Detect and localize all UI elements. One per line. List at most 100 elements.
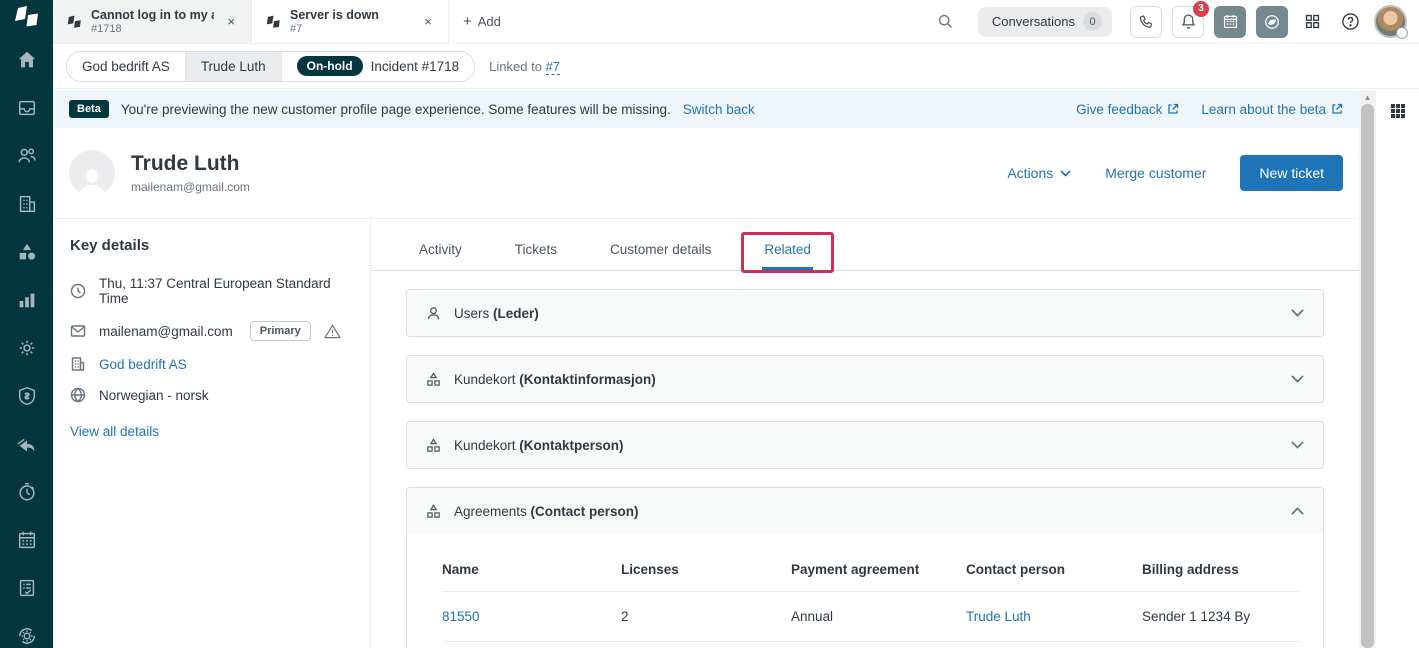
- calendar-app-icon[interactable]: [1214, 6, 1246, 38]
- add-tab-button[interactable]: + Add: [449, 0, 515, 43]
- linked-ticket-link[interactable]: #7: [546, 59, 560, 75]
- close-icon[interactable]: ×: [223, 12, 239, 31]
- customer-email: mailenam@gmail.com: [131, 180, 250, 194]
- organization-link[interactable]: God bedrift AS: [99, 357, 187, 372]
- learn-about-beta-link[interactable]: Learn about the beta: [1201, 102, 1343, 117]
- table-row-cell-licenses: 2: [621, 592, 791, 642]
- key-details-panel: Key details Thu, 11:37 Central European …: [53, 219, 371, 648]
- chevron-down-icon: [1291, 441, 1304, 449]
- section-users-header[interactable]: Users (Leder): [407, 290, 1323, 336]
- envelope-icon: [70, 323, 86, 339]
- tab-activity[interactable]: Activity: [417, 236, 464, 270]
- security-icon[interactable]: [15, 384, 39, 408]
- ticket-type-icon: [67, 15, 82, 29]
- learn-about-label: Learn about the beta: [1201, 102, 1326, 117]
- section-agreements-header[interactable]: Agreements (Contact person): [407, 488, 1323, 534]
- ticket-tab-title: Server is down: [290, 8, 411, 22]
- section-kundekort-kontaktinformasjon: Kundekort (Kontaktinformasjon): [406, 355, 1324, 403]
- customer-identity: Trude Luth mailenam@gmail.com: [131, 152, 250, 194]
- apps-tray-icon[interactable]: [1387, 100, 1409, 122]
- apps-rail: [1376, 90, 1419, 648]
- close-icon[interactable]: ×: [420, 12, 436, 31]
- agreement-link[interactable]: 81550: [442, 609, 480, 624]
- reporting-icon[interactable]: [15, 288, 39, 312]
- merge-customer-button[interactable]: Merge customer: [1105, 165, 1206, 181]
- section-label: Users (Leder): [454, 306, 539, 321]
- give-feedback-link[interactable]: Give feedback: [1076, 102, 1179, 117]
- scrollbar-thumb[interactable]: [1361, 104, 1374, 648]
- section-kundekort-kontaktperson: Kundekort (Kontaktperson): [406, 421, 1324, 469]
- breadcrumb-person[interactable]: Trude Luth: [185, 52, 281, 81]
- actions-dropdown[interactable]: Actions: [1007, 165, 1071, 181]
- conversations-button[interactable]: Conversations 0: [978, 7, 1112, 37]
- breadcrumb-ticket[interactable]: On-hold Incident #1718: [281, 52, 475, 81]
- clock-icon: [70, 283, 86, 299]
- forward-icon[interactable]: [15, 432, 39, 456]
- settings-icon[interactable]: [15, 336, 39, 360]
- conversations-count-badge: 0: [1083, 12, 1102, 31]
- plus-icon: +: [463, 13, 472, 30]
- profile-main-panel: Activity Tickets Customer details Relate…: [371, 219, 1359, 648]
- section-users: Users (Leder): [406, 289, 1324, 337]
- relate-app-icon[interactable]: [1256, 6, 1288, 38]
- customers-icon[interactable]: [15, 144, 39, 168]
- top-actions: Conversations 0 3: [932, 0, 1419, 43]
- external-link-icon: [1167, 103, 1179, 115]
- beta-badge: Beta: [69, 100, 109, 118]
- search-icon[interactable]: [932, 8, 960, 36]
- breadcrumb-organization[interactable]: God bedrift AS: [67, 52, 185, 81]
- user-avatar[interactable]: [1374, 5, 1407, 38]
- objects-icon[interactable]: [15, 240, 39, 264]
- key-details-title: Key details: [70, 237, 356, 254]
- column-header: Payment agreement: [791, 544, 966, 592]
- organizations-icon[interactable]: [15, 192, 39, 216]
- beta-banner: Beta You're previewing the new customer …: [53, 90, 1359, 128]
- ticket-tab-1718[interactable]: Cannot log in to my acc... #1718 ×: [53, 0, 251, 43]
- table-row-cell-name: 81550: [442, 592, 621, 642]
- profile-content: Key details Thu, 11:37 Central European …: [53, 219, 1359, 648]
- zendesk-logo[interactable]: [0, 0, 53, 35]
- linked-to: Linked to #7: [489, 59, 560, 74]
- language-row: Norwegian - norsk: [70, 387, 356, 403]
- breadcrumb: God bedrift AS Trude Luth On-hold Incide…: [66, 51, 475, 82]
- section-header[interactable]: Kundekort (Kontaktinformasjon): [407, 356, 1323, 402]
- conversations-label: Conversations: [992, 14, 1075, 29]
- home-icon[interactable]: [15, 48, 39, 72]
- context-breadcrumb-row: God bedrift AS Trude Luth On-hold Incide…: [53, 44, 1419, 89]
- ticket-tab-text: Server is down #7: [290, 8, 411, 35]
- sidebar-nav: [15, 48, 39, 648]
- profile-tabbar: Activity Tickets Customer details Relate…: [371, 236, 1359, 271]
- tab-related[interactable]: Related: [762, 236, 813, 270]
- contact-person-link[interactable]: Trude Luth: [966, 609, 1031, 624]
- tasks-icon[interactable]: [15, 576, 39, 600]
- help-icon[interactable]: [1336, 8, 1364, 36]
- apps-grid-icon[interactable]: [1298, 8, 1326, 36]
- customer-actions: Actions Merge customer New ticket: [1007, 155, 1343, 191]
- automation-icon[interactable]: [15, 624, 39, 648]
- section-agreements: Agreements (Contact person) Name License…: [406, 487, 1324, 648]
- tab-customer-details[interactable]: Customer details: [608, 236, 713, 270]
- ticket-tab-strip: Cannot log in to my acc... #1718 × Serve…: [53, 0, 515, 43]
- bell-icon[interactable]: 3: [1172, 6, 1204, 38]
- warning-icon[interactable]: [324, 324, 341, 339]
- column-header: Billing address: [1142, 544, 1301, 592]
- column-header: Licenses: [621, 544, 791, 592]
- scrollbar-up-arrow[interactable]: ▲: [1359, 90, 1376, 104]
- switch-back-link[interactable]: Switch back: [683, 102, 755, 117]
- timer-icon[interactable]: [15, 480, 39, 504]
- column-header: Name: [442, 544, 621, 592]
- phone-icon[interactable]: [1130, 6, 1162, 38]
- vertical-scrollbar[interactable]: ▲: [1359, 90, 1376, 648]
- ticket-tab-7[interactable]: Server is down #7 ×: [251, 0, 449, 43]
- chevron-down-icon: [1060, 170, 1071, 177]
- hierarchy-icon: [426, 438, 441, 453]
- section-header[interactable]: Kundekort (Kontaktperson): [407, 422, 1323, 468]
- language-value: Norwegian - norsk: [99, 388, 209, 403]
- calendar-icon[interactable]: [15, 528, 39, 552]
- organization-icon: [70, 356, 86, 372]
- tab-tickets[interactable]: Tickets: [513, 236, 559, 270]
- agent-workspace: Cannot log in to my acc... #1718 × Serve…: [0, 0, 1419, 648]
- new-ticket-button[interactable]: New ticket: [1240, 155, 1343, 191]
- view-all-details-link[interactable]: View all details: [70, 424, 356, 439]
- inbox-icon[interactable]: [15, 96, 39, 120]
